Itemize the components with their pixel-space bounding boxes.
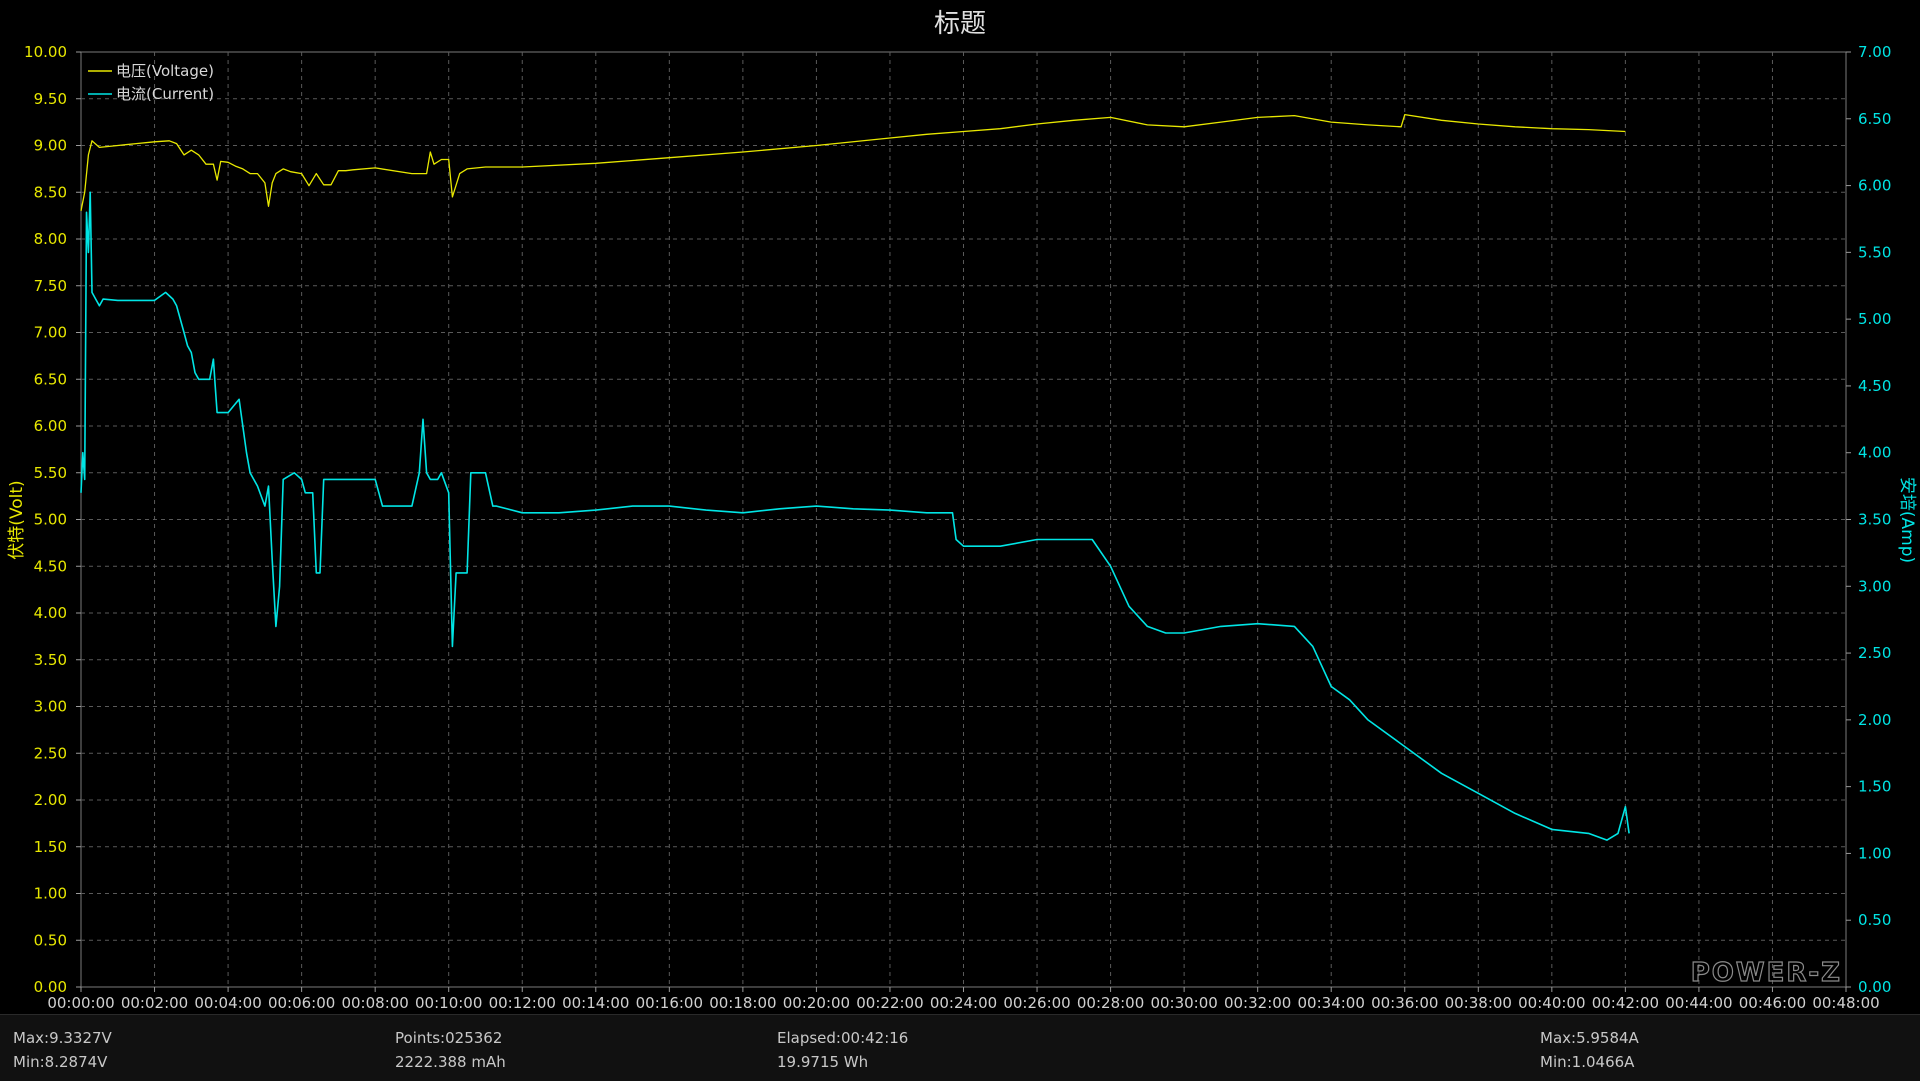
y-left-tick-label: 7.00 <box>34 324 67 342</box>
y-left-tick-label: 8.50 <box>34 183 67 201</box>
y-right-tick-label: 6.50 <box>1858 110 1891 128</box>
y-left-tick-label: 3.00 <box>34 698 67 716</box>
legend-label-current: 电流(Current) <box>116 85 214 103</box>
chart-title: 标题 <box>934 9 986 39</box>
x-tick-label: 00:42:00 <box>1592 994 1659 1012</box>
y-right-tick-label: 5.50 <box>1858 243 1891 261</box>
x-tick-label: 00:28:00 <box>1077 994 1144 1012</box>
y-left-tick-label: 1.00 <box>34 885 67 903</box>
points-count: Points:025362 <box>395 1029 503 1047</box>
energy-wh: 19.9715 Wh <box>777 1053 869 1071</box>
y-right-tick-label: 3.00 <box>1858 577 1891 595</box>
y-left-tick-label: 5.50 <box>34 464 67 482</box>
x-tick-label: 00:12:00 <box>489 994 556 1012</box>
y-right-tick-label: 0.00 <box>1858 978 1891 996</box>
x-tick-label: 00:40:00 <box>1518 994 1585 1012</box>
x-tick-label: 00:06:00 <box>268 994 335 1012</box>
y-left-tick-label: 1.50 <box>34 838 67 856</box>
y-left-tick-label: 5.00 <box>34 511 67 529</box>
x-tick-label: 00:02:00 <box>121 994 188 1012</box>
y-left-tick-label: 8.00 <box>34 230 67 248</box>
capacity-mah: 2222.388 mAh <box>395 1053 506 1071</box>
x-tick-label: 00:36:00 <box>1371 994 1438 1012</box>
y-left-tick-label: 9.00 <box>34 137 67 155</box>
y-right-tick-label: 1.00 <box>1858 844 1891 862</box>
y-left-tick-label: 4.00 <box>34 604 67 622</box>
y-left-tick-label: 0.00 <box>34 978 67 996</box>
voltage-max: Max:9.3327V <box>13 1029 112 1047</box>
x-tick-label: 00:16:00 <box>636 994 703 1012</box>
y-right-tick-label: 2.50 <box>1858 644 1891 662</box>
x-tick-label: 00:08:00 <box>341 994 408 1012</box>
legend-label-voltage: 电压(Voltage) <box>116 62 214 80</box>
x-tick-label: 00:26:00 <box>1003 994 1070 1012</box>
x-tick-label: 00:00:00 <box>47 994 114 1012</box>
y-right-tick-label: 6.00 <box>1858 177 1891 195</box>
y-left-tick-label: 4.50 <box>34 557 67 575</box>
x-tick-label: 00:34:00 <box>1298 994 1365 1012</box>
current-max: Max:5.9584A <box>1540 1029 1639 1047</box>
x-tick-label: 00:24:00 <box>930 994 997 1012</box>
y-left-tick-label: 9.50 <box>34 90 67 108</box>
y-left-tick-label: 0.50 <box>34 931 67 949</box>
x-tick-label: 00:04:00 <box>194 994 261 1012</box>
watermark-logo: POWER-Z <box>1691 958 1842 988</box>
y-left-axis-label: 伏特(Volt) <box>7 480 27 559</box>
stats-footer: Max:9.3327V Min:8.2874V Points:025362 22… <box>0 1014 1920 1081</box>
y-right-tick-label: 2.00 <box>1858 711 1891 729</box>
x-tick-label: 00:10:00 <box>415 994 482 1012</box>
x-tick-label: 00:22:00 <box>856 994 923 1012</box>
y-left-tick-label: 2.50 <box>34 744 67 762</box>
current-min: Min:1.0466A <box>1540 1053 1635 1071</box>
y-left-tick-label: 10.00 <box>24 43 67 61</box>
y-right-tick-label: 7.00 <box>1858 43 1891 61</box>
x-tick-label: 00:32:00 <box>1224 994 1291 1012</box>
x-tick-label: 00:38:00 <box>1445 994 1512 1012</box>
y-left-tick-label: 3.50 <box>34 651 67 669</box>
chart-root: 标题 00:00:00 00:02:00 00:04:00 00:06:00 00:08… <box>0 0 1920 1080</box>
x-tick-label: 00:18:00 <box>709 994 776 1012</box>
y-right-tick-label: 4.00 <box>1858 444 1891 462</box>
y-left-tick-label: 7.50 <box>34 277 67 295</box>
x-tick-label: 00:30:00 <box>1150 994 1217 1012</box>
x-tick-label: 00:46:00 <box>1739 994 1806 1012</box>
y-left-tick-label: 6.00 <box>34 417 67 435</box>
x-tick-label: 00:20:00 <box>783 994 850 1012</box>
y-right-tick-label: 3.50 <box>1858 511 1891 529</box>
elapsed-time: Elapsed:00:42:16 <box>777 1029 909 1047</box>
y-left-tick-label: 6.50 <box>34 370 67 388</box>
y-left-tick-label: 2.00 <box>34 791 67 809</box>
x-tick-label: 00:48:00 <box>1812 994 1879 1012</box>
chart-svg: 标题 00:00:00 00:02:00 00:04:00 00:06:00 00:08… <box>0 0 1920 1014</box>
y-right-tick-label: 0.50 <box>1858 911 1891 929</box>
x-tick-label: 00:14:00 <box>562 994 629 1012</box>
x-tick-label: 00:44:00 <box>1665 994 1732 1012</box>
y-right-tick-label: 4.50 <box>1858 377 1891 395</box>
voltage-min: Min:8.2874V <box>13 1053 108 1071</box>
y-right-axis-label: 安培(Amp) <box>1897 477 1917 563</box>
y-right-tick-label: 1.50 <box>1858 778 1891 796</box>
y-right-tick-label: 5.00 <box>1858 310 1891 328</box>
